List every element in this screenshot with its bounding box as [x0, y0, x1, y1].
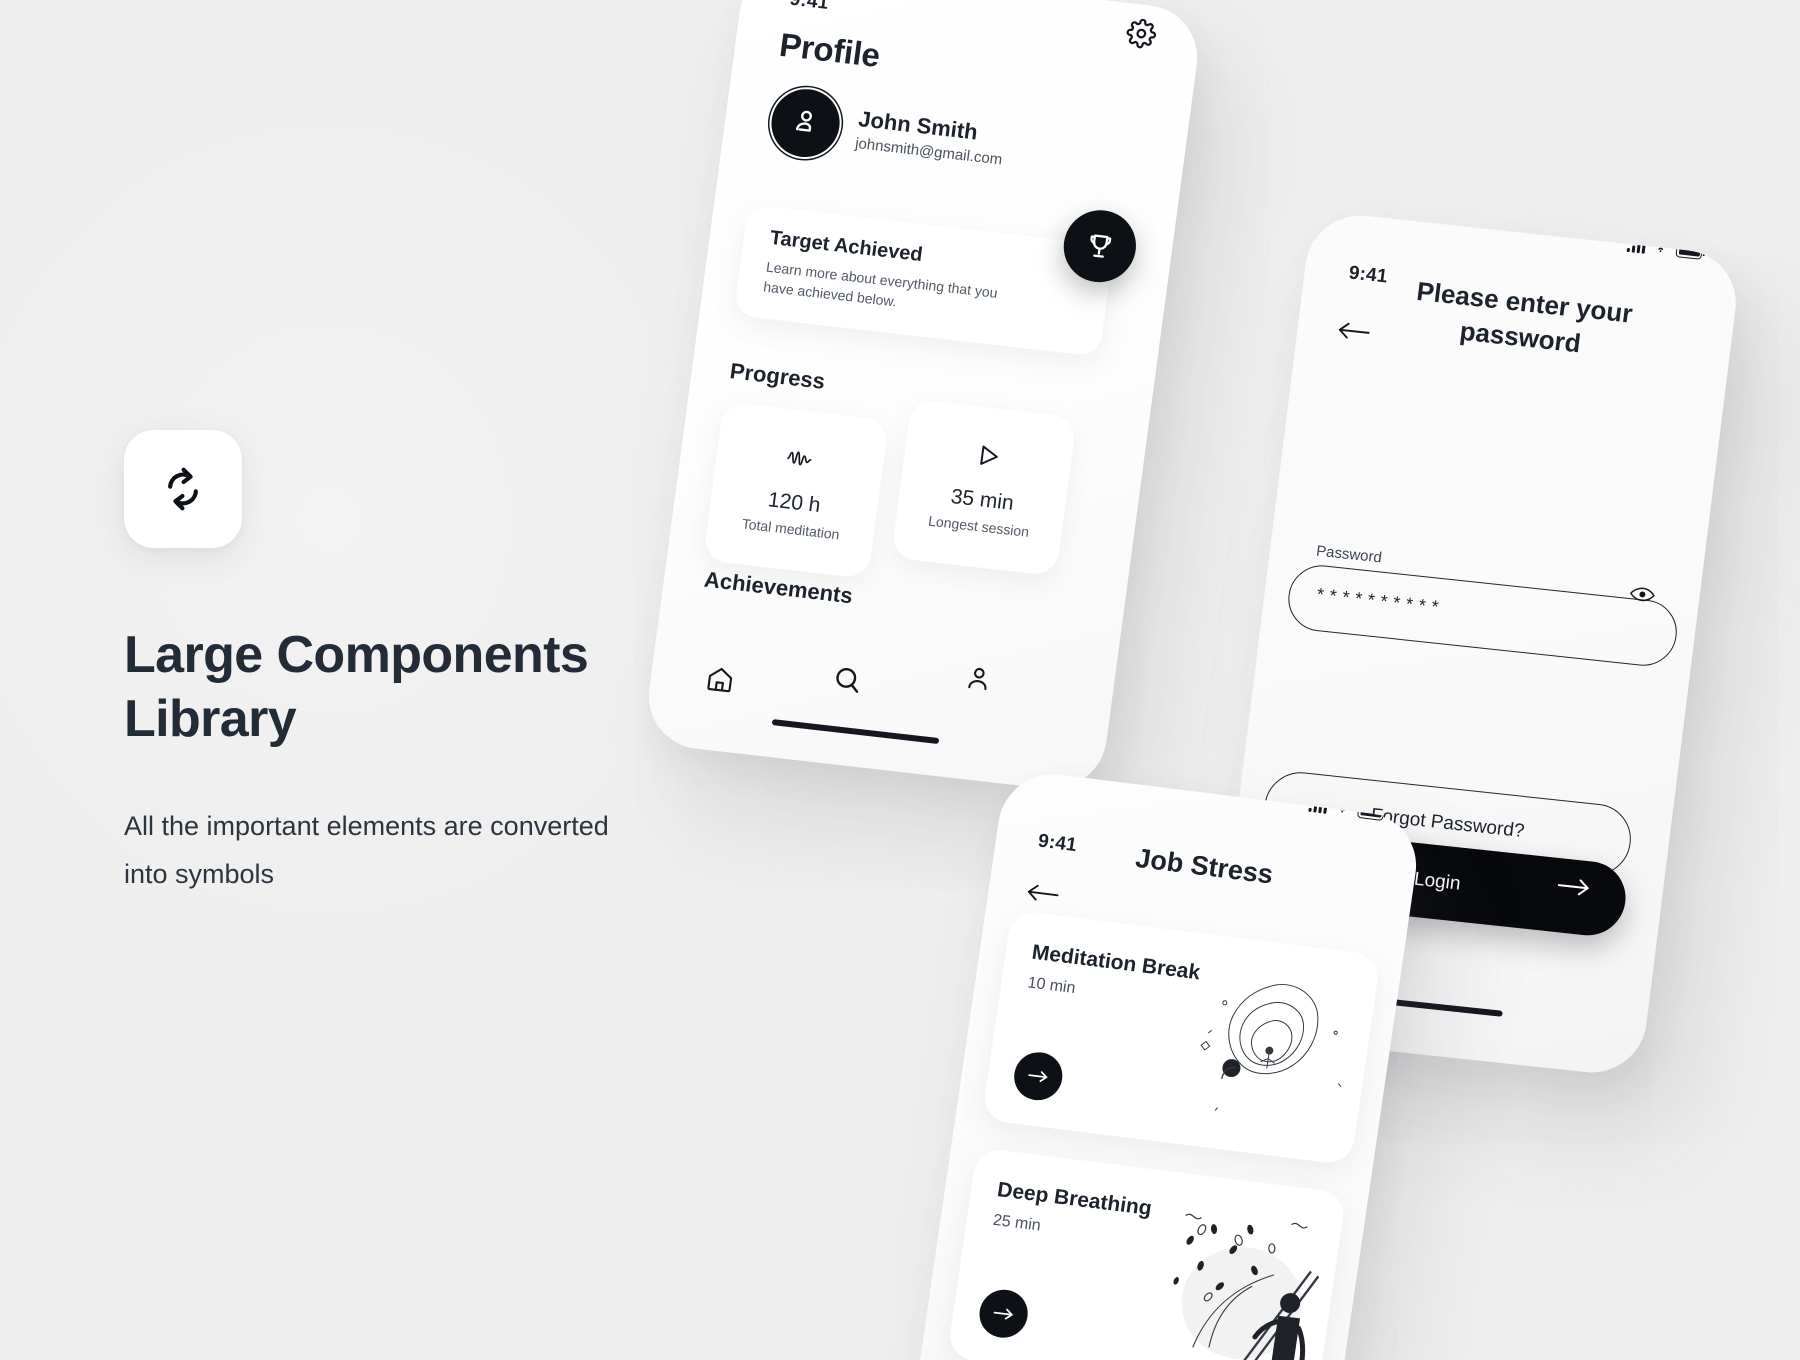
login-label: Login: [1412, 868, 1462, 895]
stat-value: 35 min: [949, 485, 1016, 515]
password-input[interactable]: [1284, 562, 1681, 670]
refresh-sync-icon: [155, 461, 211, 517]
app-logo-tile: [124, 430, 242, 548]
intro-panel: Large Components Library All the importa…: [124, 430, 684, 898]
bottom-navigation: [642, 639, 1113, 794]
arrow-right-icon: [1555, 874, 1592, 905]
profile-icon[interactable]: [961, 662, 995, 700]
status-bar-icons: [1626, 236, 1703, 262]
user-icon: [788, 104, 822, 142]
target-achieved-card[interactable]: Target Achieved Learn more about everyth…: [733, 204, 1141, 357]
profile-user-row[interactable]: John Smith johnsmith@gmail.com: [767, 85, 1008, 180]
signal-icon: [1626, 238, 1647, 254]
deep-breathing-illustration: [1173, 1213, 1320, 1360]
home-icon[interactable]: [703, 662, 737, 700]
waveform-icon: [784, 442, 816, 475]
progress-section-title: Progress: [728, 358, 827, 394]
play-triangle-icon: [972, 439, 1004, 472]
session-duration: 25 min: [991, 1211, 1042, 1235]
stat-value: 120 h: [766, 488, 822, 518]
session-card[interactable]: Meditation Break 10 min: [981, 909, 1382, 1166]
password-field-group: Password **********: [1284, 540, 1683, 670]
password-label: Password: [1315, 542, 1383, 567]
back-button[interactable]: [1022, 879, 1062, 912]
page-subtitle: All the important elements are converted…: [124, 810, 609, 889]
session-card[interactable]: Deep Breathing 25 min: [946, 1147, 1347, 1360]
eye-icon[interactable]: [1628, 584, 1657, 610]
session-duration: 10 min: [1026, 974, 1077, 998]
stat-label: Longest session: [927, 512, 1031, 540]
search-icon[interactable]: [830, 663, 864, 701]
avatar: [767, 85, 844, 161]
battery-icon: [1675, 243, 1703, 260]
phone-mockup-profile: 9:41 Profile John Smith johnsmith@gmail.…: [642, 0, 1204, 795]
gear-icon[interactable]: [1124, 17, 1158, 55]
arrow-right-icon[interactable]: [976, 1287, 1031, 1341]
stat-label: Total meditation: [740, 515, 841, 543]
target-achieved-description: Learn more about everything that you hav…: [762, 258, 999, 310]
arrow-right-icon[interactable]: [1010, 1049, 1066, 1103]
stat-card-longest-session[interactable]: 35 min Longest session: [890, 398, 1077, 577]
wifi-icon: [1651, 239, 1670, 259]
page-title: Large Components Library: [124, 626, 589, 748]
poster-canvas: Large Components Library All the importa…: [0, 0, 1800, 1360]
profile-page-title: Profile: [777, 25, 883, 74]
trophy-icon: [1059, 206, 1141, 286]
password-screen-heading: Please enter your password: [1414, 275, 1635, 359]
stat-card-total-meditation[interactable]: 120 h Total meditation: [702, 401, 889, 580]
phone-mockup-job-stress: 9:41 Job Stress Meditation Break 10 min …: [896, 768, 1424, 1360]
meditation-illustration: [1200, 983, 1342, 1111]
status-bar-time: 9:41: [788, 0, 830, 14]
